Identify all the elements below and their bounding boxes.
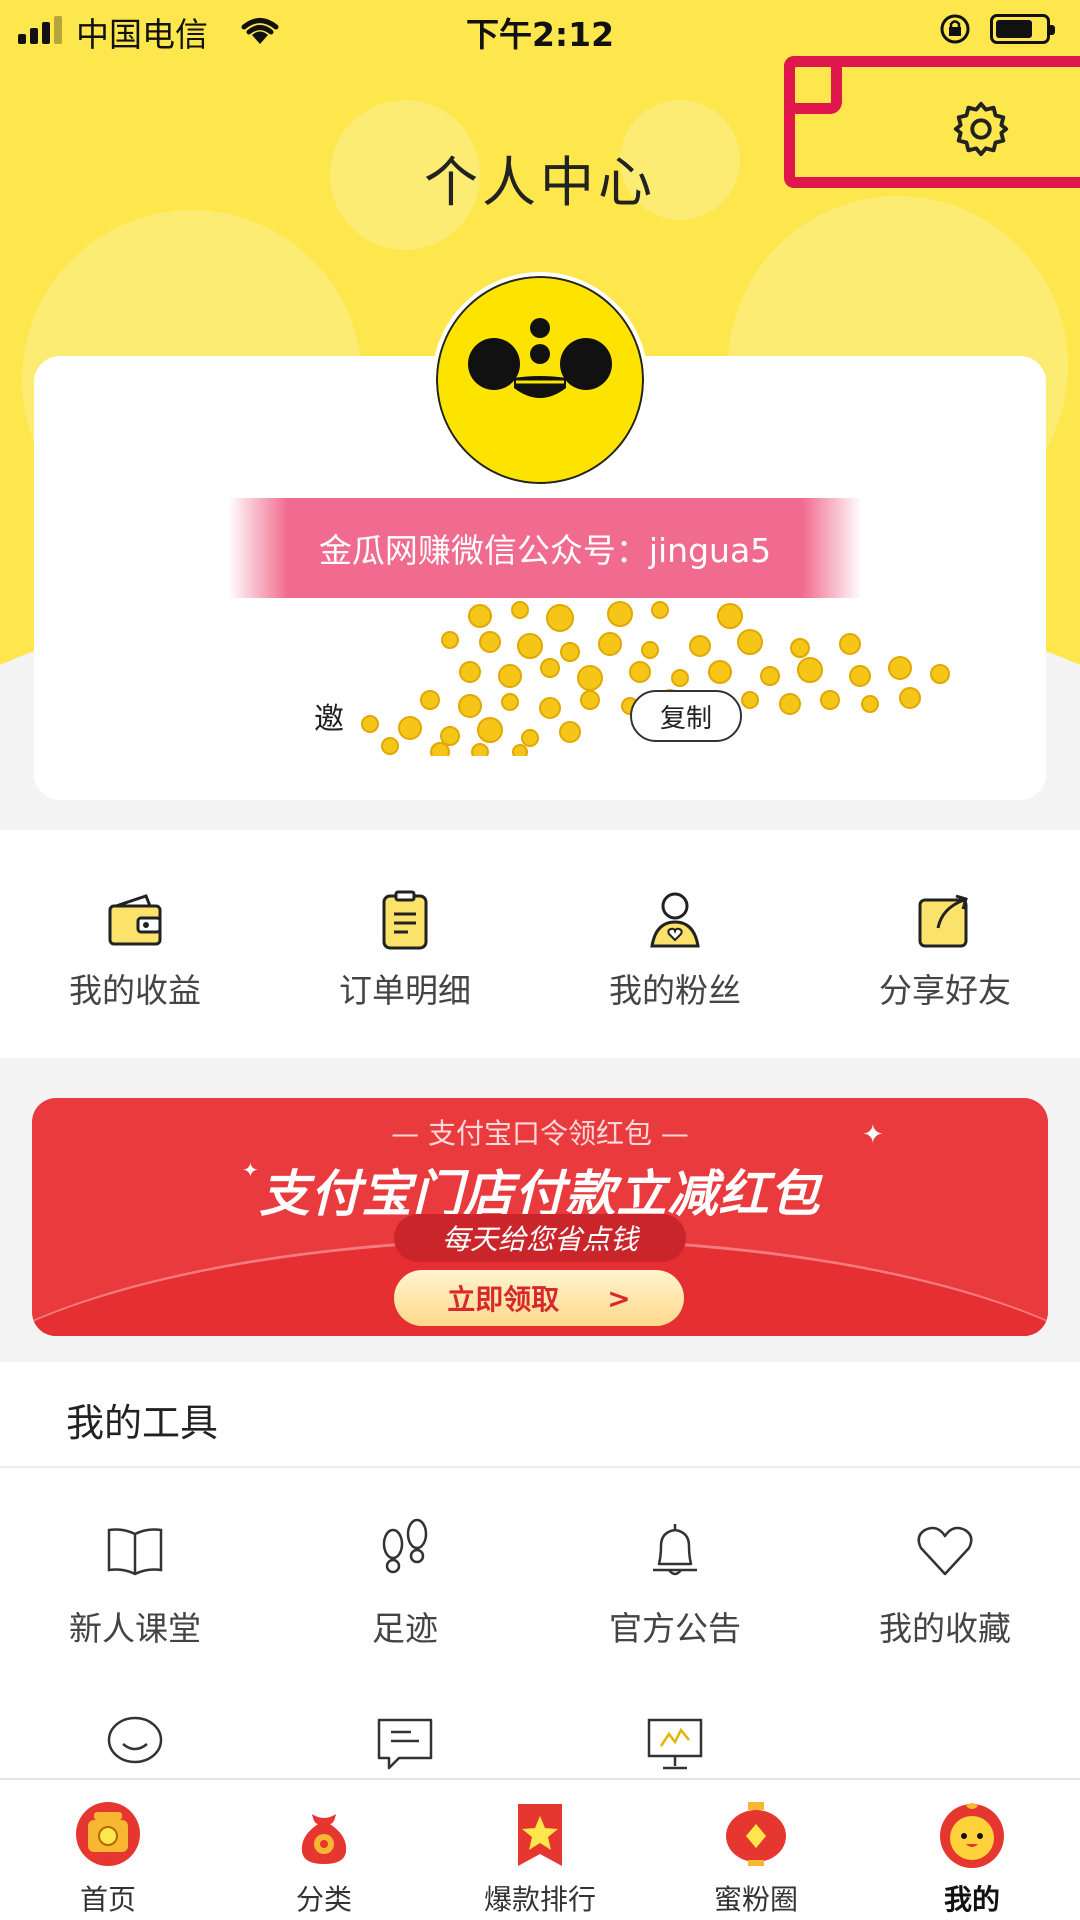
tool-label: 足迹 xyxy=(372,1609,438,1648)
claim-now-label: 立即领取 xyxy=(447,1283,560,1316)
bottom-tab-bar: 首页 分类 爆款排行 蜜粉圈 我的 xyxy=(0,1778,1080,1920)
promo-tagline: 每天给您省点钱 xyxy=(394,1214,686,1262)
tool-label: 官方公告 xyxy=(609,1609,741,1648)
quick-item-share[interactable]: 分享好友 xyxy=(810,830,1080,1058)
wallet-icon xyxy=(108,894,162,946)
tab-label: 爆款排行 xyxy=(483,1883,596,1916)
tab-label: 分类 xyxy=(295,1883,352,1916)
footprints-icon xyxy=(382,1518,428,1574)
claim-now-button[interactable]: 立即领取 > xyxy=(394,1270,684,1326)
tools-header: 我的工具 xyxy=(66,1401,219,1445)
message-icon xyxy=(377,1718,433,1770)
quick-item-label: 订单明细 xyxy=(339,971,471,1010)
sparkle-icon: ✦ xyxy=(862,1120,884,1150)
mascot-face-avatar xyxy=(468,318,612,398)
personal-center-page: 中国电信 下午2:12 个人中心 金瓜网赚微信公众号：jingua5 邀 复制 … xyxy=(0,0,1080,1920)
tool-label: 我的收藏 xyxy=(879,1609,1011,1648)
lantern-icon xyxy=(726,1802,786,1866)
gear-icon[interactable] xyxy=(950,98,1012,160)
divider xyxy=(0,1466,1080,1468)
quick-item-orders[interactable]: 订单明细 xyxy=(270,830,540,1058)
monitor-chart-icon xyxy=(647,1718,703,1770)
quick-item-label: 分享好友 xyxy=(879,971,1011,1010)
quick-actions-row: 我的收益 订单明细 我的粉丝 分享好友 xyxy=(0,830,1080,1058)
wechat-account-banner: 金瓜网赚微信公众号：jingua5 xyxy=(228,498,862,598)
quick-item-label: 我的粉丝 xyxy=(609,971,741,1010)
battery-icon xyxy=(990,14,1055,44)
tab-category[interactable]: 分类 xyxy=(216,1780,432,1920)
clipboard-icon xyxy=(382,890,428,950)
tab-label: 首页 xyxy=(79,1883,136,1916)
tab-label: 我的 xyxy=(943,1883,1000,1916)
promo-subtitle: — 支付宝口令领红包 — xyxy=(391,1117,689,1150)
chat-bubble-icon xyxy=(107,1716,163,1764)
invite-code-label: 邀 xyxy=(314,702,344,737)
copy-button[interactable]: 复制 xyxy=(630,690,742,742)
money-bag-icon xyxy=(301,1814,347,1864)
tool-footprints[interactable]: 足迹 xyxy=(270,1518,540,1668)
heart-icon xyxy=(917,1526,973,1576)
tool-label: 新人课堂 xyxy=(69,1609,201,1648)
mascot-profile-icon xyxy=(940,1803,1004,1868)
alipay-promo-banner[interactable]: — 支付宝口令领红包 — 支付宝门店付款立减红包 每天给您省点钱 立即领取 > … xyxy=(32,1098,1048,1336)
tool-newbie-class[interactable]: 新人课堂 xyxy=(0,1518,270,1668)
star-banner-icon xyxy=(518,1804,562,1866)
tab-fan-circle[interactable]: 蜜粉圈 xyxy=(648,1780,864,1920)
quick-item-earnings[interactable]: 我的收益 xyxy=(0,830,270,1058)
quick-item-label: 我的收益 xyxy=(69,971,201,1010)
tool-favorites[interactable]: 我的收藏 xyxy=(810,1518,1080,1668)
tab-label: 蜜粉圈 xyxy=(713,1883,798,1916)
chevron-right-icon: > xyxy=(607,1281,631,1315)
bell-icon xyxy=(653,1524,697,1576)
home-lucky-icon xyxy=(76,1802,140,1866)
settings-highlight-box xyxy=(784,56,1080,188)
banner-text: 金瓜网赚微信公众号：jingua5 xyxy=(318,531,772,570)
user-heart-icon xyxy=(650,892,700,948)
avatar[interactable] xyxy=(432,272,648,488)
status-bar: 中国电信 下午2:12 xyxy=(0,0,1080,60)
status-time: 下午2:12 xyxy=(465,15,615,54)
book-icon xyxy=(107,1528,163,1576)
my-tools-section: 我的工具 新人课堂 足迹 官方公告 我的收藏 xyxy=(0,1362,1080,1782)
tab-mine[interactable]: 我的 xyxy=(864,1780,1080,1920)
tab-hot-ranking[interactable]: 爆款排行 xyxy=(432,1780,648,1920)
quick-item-fans[interactable]: 我的粉丝 xyxy=(540,830,810,1058)
rotation-lock-icon xyxy=(940,14,970,44)
tool-announcements[interactable]: 官方公告 xyxy=(540,1518,810,1668)
tab-home[interactable]: 首页 xyxy=(0,1780,216,1920)
sparkle-icon: ✦ xyxy=(242,1158,259,1182)
share-icon xyxy=(918,894,968,948)
